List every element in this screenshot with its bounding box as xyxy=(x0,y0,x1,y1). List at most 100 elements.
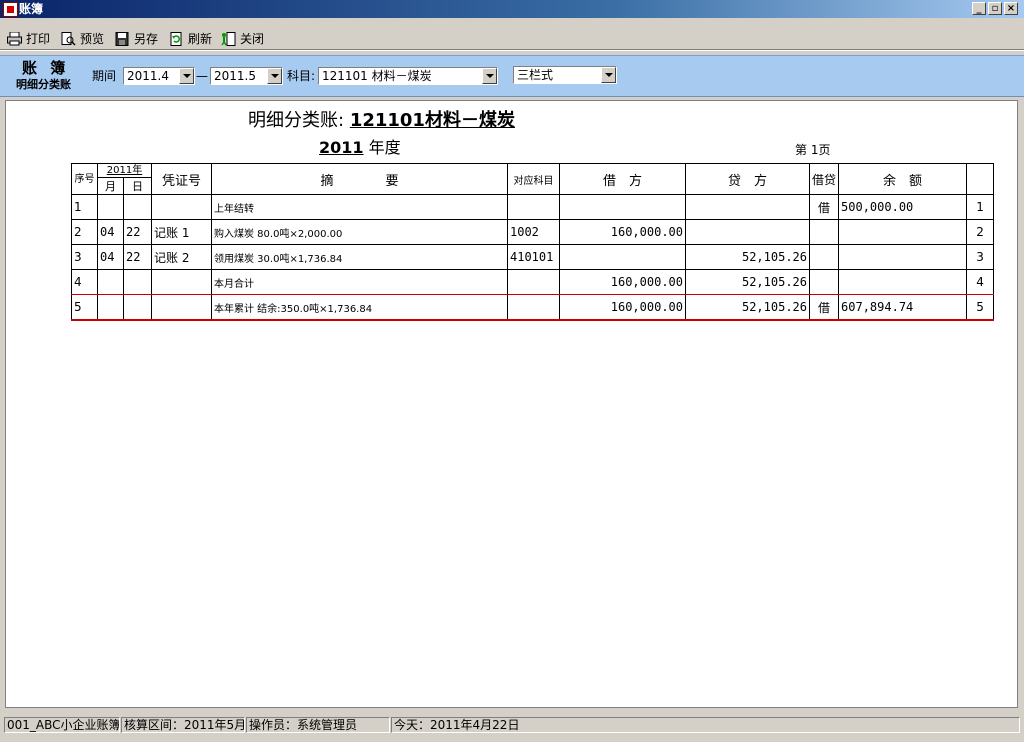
page-number: 第 1页 xyxy=(795,143,831,157)
header-summary: 摘 要 xyxy=(211,163,508,195)
row-month: 04 xyxy=(97,244,124,270)
row-credit: 52,105.26 xyxy=(685,294,810,321)
header-seq: 序号 xyxy=(71,163,98,195)
row-debit xyxy=(559,194,686,220)
report-year-value: 2011 xyxy=(319,138,364,157)
minimize-button[interactable]: _ xyxy=(972,2,986,15)
row-balance xyxy=(838,244,968,270)
app-icon xyxy=(3,2,18,17)
save-as-label: 另存 xyxy=(134,32,159,46)
ledger-header-row: 序号 2011年 凭证号 摘 要 对应科目 借 方 贷 方 借贷 余 额 xyxy=(71,163,995,195)
period-to-select[interactable]: 2011.5 xyxy=(210,67,283,85)
subject-label: 科目: xyxy=(287,69,316,83)
window-title: 账簿 xyxy=(19,2,44,16)
row-account: 1002 xyxy=(507,219,560,245)
report-page: 明细分类账: 121101材料－煤炭 2011 年度 第 1页 序号 2011年… xyxy=(5,100,1018,708)
restore-button[interactable]: ▫ xyxy=(988,2,1002,15)
row-summary: 本月合计 xyxy=(211,269,508,295)
row-account: 410101 xyxy=(507,244,560,270)
close-window-button[interactable]: × xyxy=(1004,2,1018,15)
row-credit: 52,105.26 xyxy=(685,244,810,270)
row-debit: 160,000.00 xyxy=(559,219,686,245)
preview-label: 预览 xyxy=(80,32,105,46)
header-debit: 借 方 xyxy=(559,163,686,195)
row-month xyxy=(97,269,124,295)
row-month xyxy=(97,194,124,220)
report-year-suffix: 年度 xyxy=(368,138,401,157)
row-voucher xyxy=(151,194,212,220)
row-summary: 上年结转 xyxy=(211,194,508,220)
status-today: 今天：2011年4月22日 xyxy=(391,717,1020,733)
row-seq: 1 xyxy=(71,194,98,220)
period-to-value: 2011.5 xyxy=(214,69,256,83)
row-balance: 607,894.74 xyxy=(838,294,968,321)
header-dc: 借贷 xyxy=(808,163,840,195)
row-account xyxy=(507,294,560,321)
row-dc xyxy=(808,244,840,270)
ledger-table: 序号 2011年 凭证号 摘 要 对应科目 借 方 贷 方 借贷 余 额 月 日… xyxy=(71,163,995,321)
refresh-icon xyxy=(170,32,182,46)
chevron-down-icon[interactable] xyxy=(482,68,497,84)
report-title-subject: 121101材料－煤炭 xyxy=(349,110,515,131)
row-day xyxy=(123,194,152,220)
row-debit: 160,000.00 xyxy=(559,269,686,295)
book-title: 账 簿 xyxy=(22,59,70,77)
row-debit: 160,000.00 xyxy=(559,294,686,321)
table-row: 3 04 22 记账 2 领用煤炭 30.0吨×1,736.84 410101 … xyxy=(71,244,995,270)
header-account: 对应科目 xyxy=(507,163,560,195)
header-month: 月 xyxy=(97,177,124,195)
header-year: 2011年 xyxy=(97,163,152,178)
refresh-label: 刷新 xyxy=(188,32,213,46)
row-voucher: 记账 2 xyxy=(151,244,212,270)
row-index: 4 xyxy=(966,269,995,295)
format-select[interactable]: 三栏式 xyxy=(513,66,617,84)
report-year: 2011 年度 xyxy=(319,137,401,159)
row-dc: 借 xyxy=(808,194,840,220)
close-label: 关闭 xyxy=(240,32,265,46)
row-summary: 购入煤炭 80.0吨×2,000.00 xyxy=(211,219,508,245)
table-row: 2 04 22 记账 1 购入煤炭 80.0吨×2,000.00 1002 16… xyxy=(71,219,995,245)
row-index: 1 xyxy=(966,194,995,220)
chevron-down-icon[interactable] xyxy=(267,68,282,84)
exit-door-icon xyxy=(221,32,236,46)
row-month: 04 xyxy=(97,219,124,245)
row-voucher xyxy=(151,269,212,295)
preview-icon xyxy=(61,32,76,46)
row-voucher: 记账 1 xyxy=(151,219,212,245)
row-dc xyxy=(808,219,840,245)
row-balance xyxy=(838,219,968,245)
printer-icon xyxy=(7,32,22,46)
toolbar: 打印 预览 另存 刷新 关闭 xyxy=(0,26,1024,52)
status-operator: 操作员：系统管理员 xyxy=(246,717,390,733)
row-seq: 2 xyxy=(71,219,98,245)
table-row: 5 本年累计 结余:350.0吨×1,736.84 160,000.00 52,… xyxy=(71,294,995,321)
row-credit: 52,105.26 xyxy=(685,269,810,295)
period-dash: — xyxy=(196,69,208,83)
row-account xyxy=(507,269,560,295)
chevron-down-icon[interactable] xyxy=(179,68,194,84)
subject-select[interactable]: 121101 材料－煤炭 xyxy=(318,67,498,85)
header-day: 日 xyxy=(123,177,152,195)
row-account xyxy=(507,194,560,220)
filter-bar: 账 簿 明细分类账 期间 2011.4 — 2011.5 科目: 121101 … xyxy=(0,55,1024,97)
status-bar: 001_ABC小企业账簿 核算区间：2011年5月 操作员：系统管理员 今天：2… xyxy=(0,716,1024,734)
row-debit xyxy=(559,244,686,270)
book-subtitle: 明细分类账 xyxy=(16,78,71,91)
row-day: 22 xyxy=(123,219,152,245)
status-period: 核算区间：2011年5月 xyxy=(121,717,245,733)
row-dc xyxy=(808,269,840,295)
row-summary: 领用煤炭 30.0吨×1,736.84 xyxy=(211,244,508,270)
report-title: 明细分类账: 121101材料－煤炭 xyxy=(248,109,515,133)
header-balance: 余 额 xyxy=(838,163,968,195)
chevron-down-icon[interactable] xyxy=(601,67,616,83)
row-balance xyxy=(838,269,968,295)
row-summary: 本年累计 结余:350.0吨×1,736.84 xyxy=(211,294,508,321)
status-book: 001_ABC小企业账簿 xyxy=(4,717,120,733)
close-button[interactable]: 关闭 xyxy=(218,29,288,49)
period-from-select[interactable]: 2011.4 xyxy=(123,67,195,85)
period-from-value: 2011.4 xyxy=(127,69,169,83)
print-label: 打印 xyxy=(26,32,51,46)
row-day xyxy=(123,269,152,295)
row-index: 3 xyxy=(966,244,995,270)
row-month xyxy=(97,294,124,321)
